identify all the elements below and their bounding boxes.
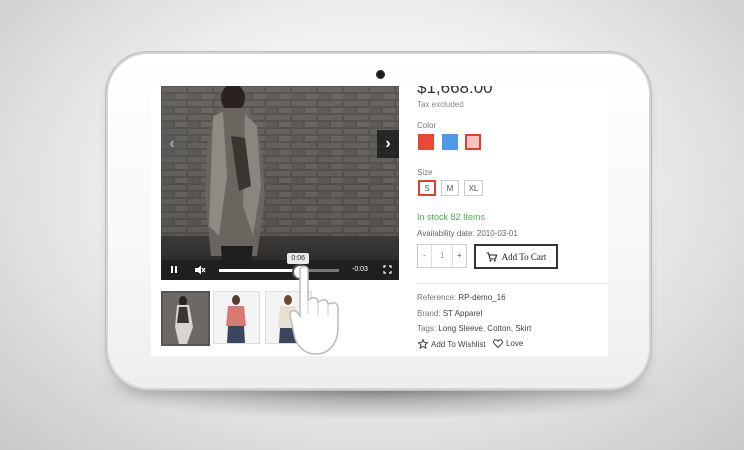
thumbnail-image [214,292,259,343]
color-swatch-red[interactable] [418,134,434,150]
reference-row: Reference: RP-demo_16 [417,293,506,302]
video-controls: 0:06 -0:03 [161,253,399,280]
quantity-input[interactable]: 1 [440,251,444,260]
size-option-s[interactable]: S [418,180,436,196]
size-label: Size [417,168,433,177]
mute-button[interactable] [194,265,206,277]
qty-increase-button[interactable]: + [457,251,462,260]
pointer-hand-icon [429,334,509,356]
add-to-cart-label: Add To Cart [501,251,547,262]
color-swatch-pink[interactable] [465,134,481,150]
brand-row: Brand: ST Apparel [417,309,482,318]
star-icon [418,339,428,349]
cart-icon [486,251,497,262]
size-option-xl[interactable]: XL [464,180,483,196]
tag-link[interactable]: Skirt [515,324,531,333]
tag-link[interactable]: Cotton [487,324,511,333]
pause-button[interactable] [170,265,178,276]
reference-value: RP-demo_16 [458,293,506,302]
prev-image-button[interactable]: ‹ [161,130,183,158]
reference-label: Reference: [417,293,457,302]
quantity-stepper: - 1 + [417,244,467,268]
fullscreen-button[interactable] [383,265,392,276]
fullscreen-icon [383,265,392,274]
tags-row: Tags: Long Sleeve, Cotton, Skirt [417,324,532,333]
video-frame [161,86,399,280]
product-price: $1,668.00 [417,86,493,97]
qty-decrease-button[interactable]: - [423,251,426,260]
tags-label: Tags: [417,324,437,333]
volume-muted-icon [195,265,206,275]
size-option-m[interactable]: M [441,180,459,196]
availability-date: Availability date: 2010-03-01 [417,229,518,238]
chevron-right-icon: › [385,135,391,152]
stock-status: In stock 82 Items [417,212,486,222]
brand-label: Brand: [417,309,441,318]
thumbnail-1[interactable] [161,291,210,346]
tax-note: Tax excluded [417,100,464,109]
divider [417,283,608,284]
product-video-player[interactable]: ‹ › 0:06 -0:03 [161,86,399,280]
touch-hand-icon [289,265,339,355]
pause-icon [171,266,177,273]
brand-link[interactable]: ST Apparel [443,309,482,318]
chevron-left-icon: ‹ [169,135,175,152]
thumbnail-image [163,293,208,344]
camera-icon [376,70,385,79]
add-to-cart-button[interactable]: Add To Cart [474,244,558,269]
color-label: Color [417,121,437,130]
product-info-panel: $1,668.00 Tax excluded Color Size S M XL… [417,86,608,356]
next-image-button[interactable]: › [377,130,399,158]
color-swatch-blue[interactable] [442,134,458,150]
tag-link[interactable]: Long Sleeve [438,324,482,333]
thumbnail-2[interactable] [213,291,260,344]
product-page: ‹ › 0:06 -0:03 $1,668.00 Tax excluded Co… [151,86,608,356]
